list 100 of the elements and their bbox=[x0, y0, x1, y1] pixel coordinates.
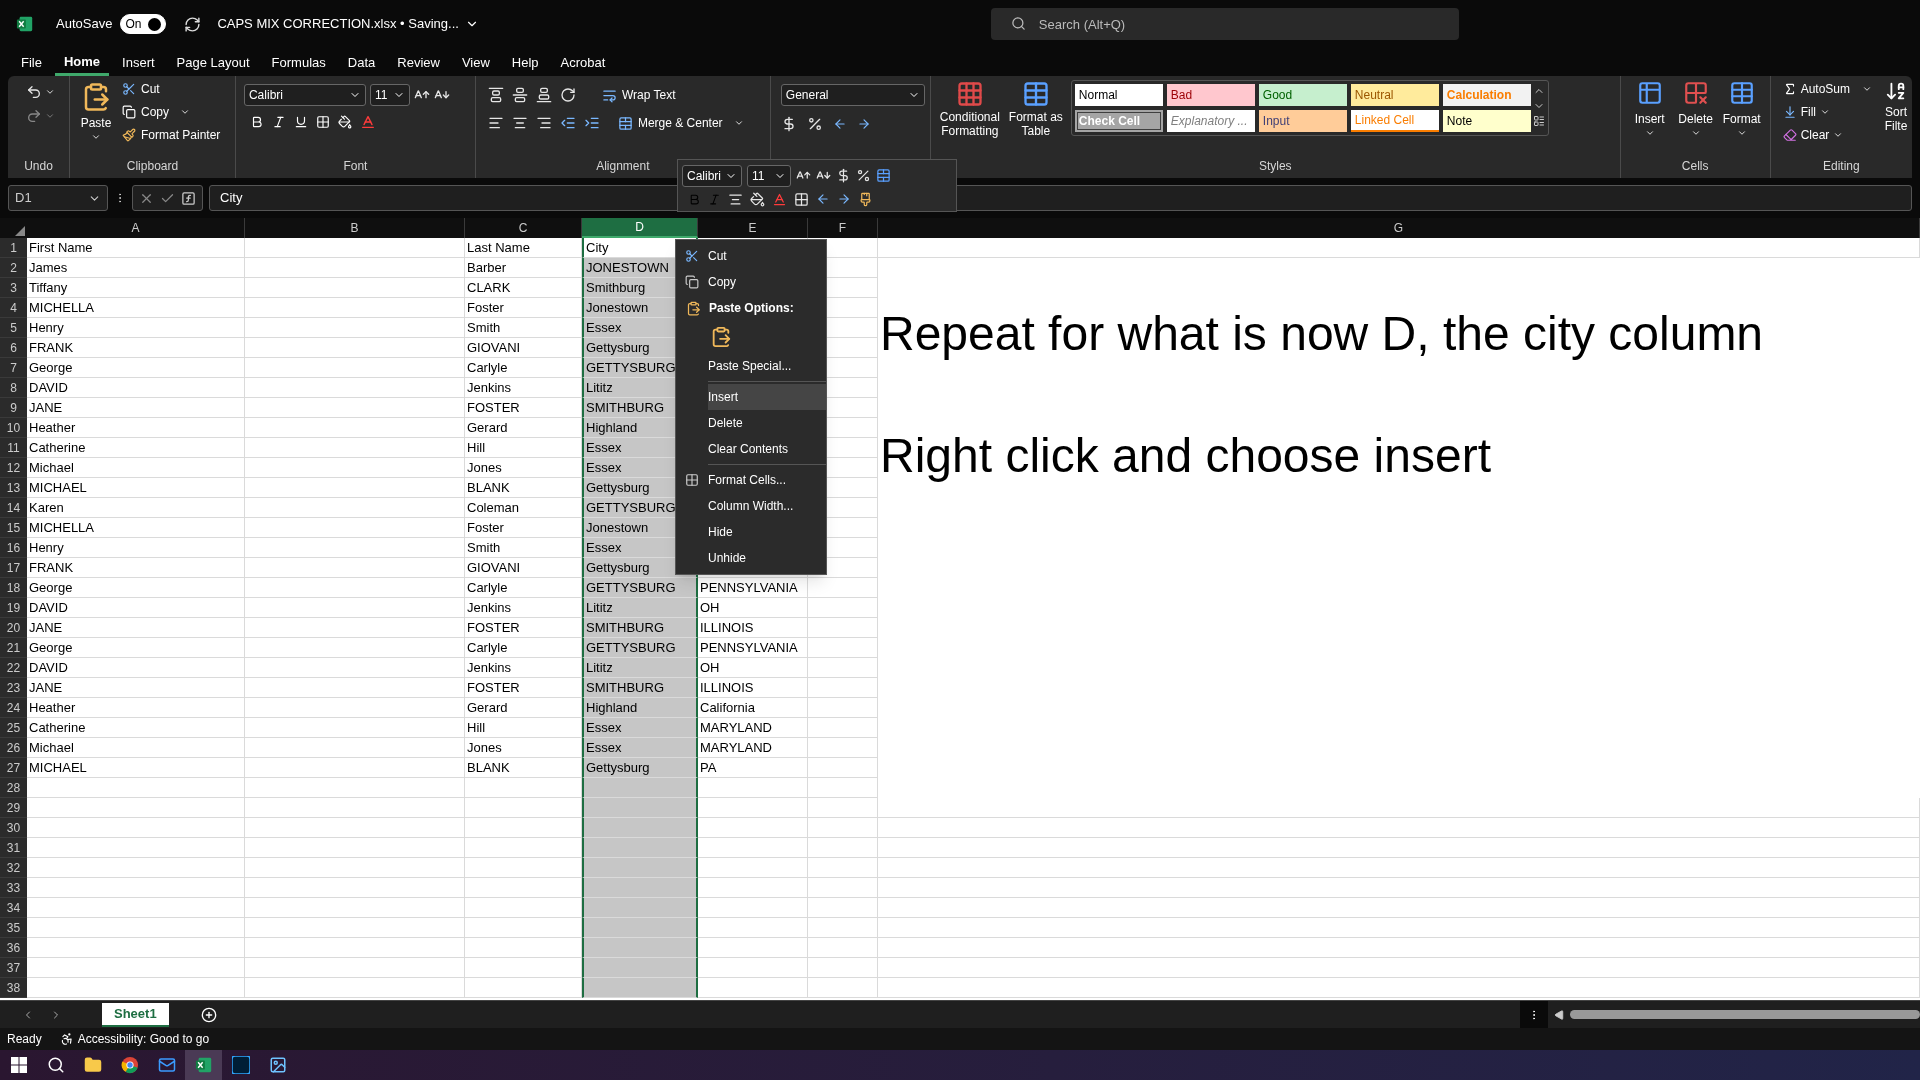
row-header[interactable]: 4 bbox=[0, 298, 27, 318]
row-header[interactable]: 33 bbox=[0, 878, 27, 898]
row-header[interactable]: 2 bbox=[0, 258, 27, 278]
align-left-icon[interactable] bbox=[487, 115, 504, 131]
menu-tab[interactable]: Acrobat bbox=[551, 50, 615, 76]
font-dropdown[interactable]: Calibri bbox=[243, 84, 366, 106]
increase-indent-icon[interactable] bbox=[583, 115, 600, 131]
row-header[interactable]: 14 bbox=[0, 498, 27, 518]
row-header[interactable]: 23 bbox=[0, 678, 27, 698]
autosum-button[interactable]: AutoSum bbox=[1782, 80, 1872, 98]
italic-icon[interactable] bbox=[271, 115, 286, 129]
row-header[interactable]: 24 bbox=[0, 698, 27, 718]
row-header[interactable]: 30 bbox=[0, 818, 27, 838]
image-editor-icon[interactable] bbox=[231, 1056, 250, 1074]
increase-decimal-icon[interactable] bbox=[832, 117, 847, 131]
menu-item[interactable]: Hide bbox=[708, 519, 826, 545]
row-header[interactable]: 12 bbox=[0, 458, 27, 478]
orientation-icon[interactable] bbox=[559, 87, 576, 103]
row-header[interactable]: 21 bbox=[0, 638, 27, 658]
horizontal-scrollbar[interactable] bbox=[1570, 1010, 1920, 1019]
align-right-icon[interactable] bbox=[535, 115, 552, 131]
menu-tab[interactable]: Page Layout bbox=[167, 50, 259, 76]
menu-item[interactable]: Clear Contents bbox=[708, 436, 826, 462]
menu-item[interactable]: Unhide bbox=[708, 545, 826, 571]
folder-icon[interactable] bbox=[83, 1056, 102, 1074]
add-sheet-icon[interactable] bbox=[200, 1006, 217, 1023]
font-size-dropdown[interactable]: 11 bbox=[369, 84, 410, 106]
borders-icon[interactable] bbox=[315, 115, 330, 129]
accessibility-status[interactable]: Accessibility: Good to go bbox=[77, 1030, 210, 1048]
cell-style[interactable]: Note bbox=[1442, 110, 1531, 132]
row-header[interactable]: 32 bbox=[0, 858, 27, 878]
align-center-icon[interactable] bbox=[511, 115, 528, 131]
font-color-icon[interactable] bbox=[772, 191, 787, 207]
redo-icon[interactable] bbox=[26, 108, 42, 124]
cell-style[interactable]: Bad bbox=[1166, 84, 1255, 106]
mail-icon[interactable] bbox=[157, 1056, 176, 1074]
row-header[interactable]: 3 bbox=[0, 278, 27, 298]
align-bottom-icon[interactable] bbox=[535, 87, 552, 103]
search-field[interactable]: Search (Alt+Q) bbox=[990, 8, 1459, 40]
photos-icon[interactable] bbox=[268, 1056, 287, 1074]
row-header[interactable]: 35 bbox=[0, 918, 27, 938]
font-dropdown[interactable]: Calibri bbox=[682, 164, 742, 187]
percent-icon[interactable] bbox=[806, 116, 823, 132]
column-header[interactable]: B bbox=[245, 218, 465, 238]
format-as-table-button[interactable]: Format as Table bbox=[1004, 80, 1067, 138]
merge-icon[interactable] bbox=[876, 168, 891, 183]
row-header[interactable]: 15 bbox=[0, 518, 27, 538]
row-header[interactable]: 16 bbox=[0, 538, 27, 558]
row-header[interactable]: 17 bbox=[0, 558, 27, 578]
menu-tab[interactable]: View bbox=[452, 50, 499, 76]
menu-item[interactable]: Delete bbox=[708, 410, 826, 436]
decrease-indent-icon[interactable] bbox=[559, 115, 576, 131]
cell-style[interactable]: Neutral bbox=[1350, 84, 1439, 106]
scroll-left-icon[interactable] bbox=[1554, 1009, 1564, 1020]
number-format-dropdown[interactable]: General bbox=[780, 84, 925, 106]
row-header[interactable]: 29 bbox=[0, 798, 27, 818]
menu-tab[interactable]: Data bbox=[338, 50, 385, 76]
align-top-icon[interactable] bbox=[487, 87, 504, 103]
browser-icon[interactable] bbox=[120, 1056, 139, 1074]
format-painter-icon[interactable] bbox=[858, 191, 873, 207]
borders-icon[interactable] bbox=[794, 191, 809, 207]
row-header[interactable]: 7 bbox=[0, 358, 27, 378]
autosave-toggle[interactable]: On bbox=[120, 14, 167, 34]
row-header[interactable]: 27 bbox=[0, 758, 27, 778]
row-header[interactable]: 10 bbox=[0, 418, 27, 438]
sort-filter-button[interactable]: Sort Filte bbox=[1880, 80, 1912, 157]
font-size-dropdown[interactable]: 11 bbox=[747, 164, 791, 187]
insert-function-icon[interactable] bbox=[181, 190, 196, 206]
select-all-icon[interactable] bbox=[15, 226, 25, 236]
menu-item[interactable]: Insert bbox=[708, 384, 826, 410]
cells-button[interactable]: Insert bbox=[1628, 80, 1671, 138]
save-icon[interactable] bbox=[184, 15, 202, 33]
copy-button[interactable]: Copy bbox=[122, 103, 221, 121]
menu-item[interactable]: Cut bbox=[708, 243, 826, 269]
row-header[interactable]: 19 bbox=[0, 598, 27, 618]
menu-tab[interactable]: File bbox=[12, 50, 51, 76]
fill-color-icon[interactable] bbox=[337, 115, 352, 129]
fill-color-icon[interactable] bbox=[750, 191, 765, 207]
name-box[interactable]: D1 bbox=[8, 185, 108, 211]
clear-button[interactable]: Clear bbox=[1782, 126, 1872, 144]
windows-logo-icon[interactable] bbox=[10, 1057, 27, 1073]
spreadsheet-app-icon[interactable] bbox=[194, 1056, 213, 1074]
font-color-icon[interactable] bbox=[359, 114, 376, 130]
column-header[interactable]: E bbox=[698, 218, 808, 238]
cell-style[interactable]: Normal bbox=[1074, 84, 1163, 106]
cut-button[interactable]: Cut bbox=[122, 80, 221, 98]
cell-style[interactable]: Explanatory ... bbox=[1166, 110, 1255, 132]
row-header[interactable]: 13 bbox=[0, 478, 27, 498]
undo-icon[interactable] bbox=[26, 84, 42, 100]
decrease-decimal-icon[interactable] bbox=[856, 117, 871, 131]
row-header[interactable]: 36 bbox=[0, 938, 27, 958]
row-header[interactable]: 18 bbox=[0, 578, 27, 598]
underline-icon[interactable] bbox=[293, 115, 308, 129]
row-header[interactable]: 1 bbox=[0, 238, 27, 258]
menu-tab[interactable]: Insert bbox=[113, 50, 164, 76]
row-header[interactable]: 38 bbox=[0, 978, 27, 998]
row-header[interactable]: 6 bbox=[0, 338, 27, 358]
row-header[interactable]: 25 bbox=[0, 718, 27, 738]
sheet-tab[interactable]: Sheet1 bbox=[102, 1002, 169, 1027]
row-header[interactable]: 28 bbox=[0, 778, 27, 798]
